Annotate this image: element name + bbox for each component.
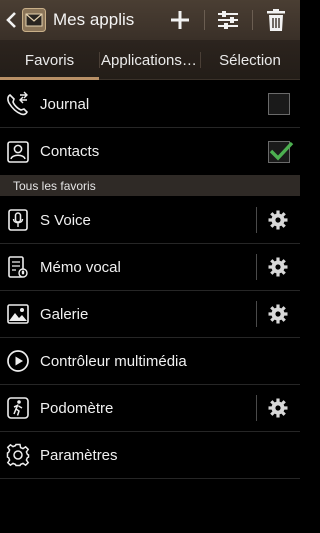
journal-checkbox[interactable] — [268, 93, 290, 115]
add-button[interactable] — [156, 0, 204, 40]
reorder-button[interactable] — [204, 0, 252, 40]
list-item-label: Paramètres — [40, 446, 118, 464]
mail-app-icon[interactable] — [22, 8, 46, 32]
voice-memo-icon — [0, 244, 36, 291]
gear-icon — [268, 257, 288, 277]
list-item-contacts[interactable]: Contacts — [0, 128, 300, 175]
list-item-memo-vocal[interactable]: Mémo vocal — [0, 244, 300, 291]
gallery-icon — [0, 291, 36, 338]
section-header-label: Tous les favoris — [13, 178, 96, 193]
action-bar: Mes applis — [0, 0, 300, 40]
contacts-checkbox[interactable] — [268, 140, 294, 163]
list-item-label: Podomètre — [40, 399, 114, 417]
list-item-label: S Voice — [40, 211, 91, 229]
gear-icon — [268, 304, 288, 324]
tab-bar: Favoris Applications disponibles Sélecti… — [0, 40, 300, 80]
contacts-icon — [0, 128, 36, 175]
tab-applications-label: Applications disponibles — [101, 51, 200, 69]
tab-applications[interactable]: Applications disponibles — [99, 40, 200, 80]
checkmark-icon — [269, 141, 294, 160]
tab-selection[interactable]: Sélection — [200, 40, 300, 80]
list-item-label: Galerie — [40, 305, 89, 323]
gear-icon — [268, 210, 288, 230]
memo-vocal-settings-button[interactable] — [256, 244, 300, 291]
list-item-galerie[interactable]: Galerie — [0, 291, 300, 338]
list-item-s-voice[interactable]: S Voice — [0, 197, 300, 244]
list-item-label: Contrôleur multimédia — [40, 352, 187, 370]
gear-icon — [268, 398, 288, 418]
microphone-icon — [0, 197, 36, 244]
tab-selection-label: Sélection — [219, 51, 281, 69]
page-title: Mes applis — [53, 10, 135, 29]
list-item-journal[interactable]: Journal — [0, 81, 300, 128]
list-item-podometre[interactable]: Podomètre — [0, 385, 300, 432]
add-icon — [171, 11, 189, 29]
podometre-settings-button[interactable] — [256, 385, 300, 432]
trash-icon — [267, 9, 285, 31]
tab-favoris[interactable]: Favoris — [0, 40, 99, 80]
list-item-label: Journal — [40, 95, 90, 113]
s-voice-settings-button[interactable] — [256, 197, 300, 244]
play-icon — [0, 338, 36, 385]
sliders-icon — [218, 11, 238, 29]
section-header: Tous les favoris — [0, 175, 300, 196]
list-item-label: Contacts — [40, 143, 100, 160]
list-item-label: Mémo vocal — [40, 258, 121, 276]
back-icon[interactable] — [4, 0, 18, 40]
favorites-list: S Voice Mémo vocal Galerie Contrôleur mu… — [0, 197, 300, 479]
delete-button[interactable] — [252, 0, 300, 40]
settings-icon — [0, 432, 36, 479]
top-items-list: Journal Contacts — [0, 81, 300, 175]
tab-favoris-label: Favoris — [24, 51, 75, 69]
pedometer-icon — [0, 385, 36, 432]
galerie-settings-button[interactable] — [256, 291, 300, 338]
list-item-parametres[interactable]: Paramètres — [0, 432, 300, 479]
list-item-controleur-multimedia[interactable]: Contrôleur multimédia — [0, 338, 300, 385]
call-log-icon — [0, 81, 36, 128]
